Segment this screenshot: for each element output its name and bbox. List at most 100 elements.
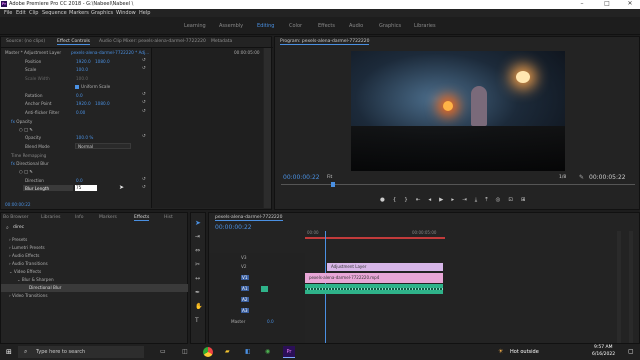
selection-tool-icon[interactable]: ➤ bbox=[195, 219, 201, 227]
tab-info[interactable]: Info bbox=[75, 215, 84, 220]
track-a3[interactable]: A3 bbox=[241, 308, 249, 313]
video-preview[interactable] bbox=[351, 51, 565, 171]
anchor-y[interactable]: 1080.0 bbox=[95, 101, 110, 106]
clip-label[interactable]: Master * Adjustment Layer bbox=[5, 50, 61, 55]
menu-markers[interactable]: Markers bbox=[69, 10, 89, 16]
fit-select[interactable]: Fit bbox=[327, 175, 332, 180]
menu-window[interactable]: Window bbox=[116, 10, 136, 16]
workspace-learning[interactable]: Learning bbox=[184, 23, 206, 29]
workspace-effects[interactable]: Effects bbox=[318, 23, 335, 29]
track-master[interactable]: Master bbox=[231, 319, 245, 324]
workspace-audio[interactable]: Audio bbox=[349, 23, 363, 29]
reset-icon[interactable]: ↺ bbox=[142, 185, 146, 190]
maximize-icon[interactable]: □ bbox=[597, 0, 617, 7]
taskbar-app-icon[interactable]: ◉ bbox=[265, 348, 270, 355]
program-timecode[interactable]: 00:00:00:22 bbox=[283, 174, 320, 181]
blur-mask-tools[interactable]: ○ □ ✎ bbox=[19, 169, 33, 174]
scale-width-value[interactable]: 100.0 bbox=[76, 76, 88, 81]
tab-media-browser[interactable]: Bo Browser bbox=[3, 215, 29, 220]
track-select-tool-icon[interactable]: ⇥ bbox=[195, 233, 200, 240]
program-title[interactable]: Program: pexels-alena-darmel-7722220 bbox=[280, 39, 370, 45]
taskbar-app-icon[interactable]: ◧ bbox=[245, 348, 251, 355]
adjustment-layer-clip[interactable]: Adjustment Layer bbox=[327, 263, 443, 271]
wrench-icon[interactable]: ✎ bbox=[579, 174, 584, 181]
timeline-timecode[interactable]: 00:00:00:22 bbox=[215, 224, 252, 231]
scale-value[interactable]: 100.0 bbox=[76, 67, 88, 72]
track-v3[interactable]: V3 bbox=[241, 255, 247, 260]
video-clip[interactable]: pexels-alena-darmel-7722220.mp4 bbox=[305, 273, 443, 283]
time-remapping-label[interactable]: Time Remapping bbox=[11, 153, 46, 158]
work-area-bar[interactable] bbox=[305, 237, 445, 239]
premiere-taskbar-icon[interactable]: Pr bbox=[283, 346, 295, 358]
track-a2[interactable]: A2 bbox=[241, 297, 249, 302]
menu-edit[interactable]: Edit bbox=[16, 10, 26, 16]
tab-source[interactable]: Source: (no clips) bbox=[6, 39, 45, 44]
tab-libraries[interactable]: Libraries bbox=[41, 215, 60, 220]
audio-clip[interactable] bbox=[305, 284, 443, 294]
workspace-libraries[interactable]: Libraries bbox=[414, 23, 436, 29]
menu-sequence[interactable]: Sequence bbox=[42, 10, 67, 16]
ripple-edit-tool-icon[interactable]: ⇔ bbox=[195, 247, 200, 254]
tab-history[interactable]: Hist bbox=[164, 215, 173, 220]
position-x[interactable]: 1920.0 bbox=[76, 59, 91, 64]
master-volume[interactable]: 0.0 bbox=[267, 319, 274, 324]
scrollbar[interactable] bbox=[264, 48, 271, 208]
notification-icon[interactable]: ▢ bbox=[628, 348, 634, 355]
blur-length-input[interactable]: 75 bbox=[75, 185, 97, 191]
tab-effect-controls[interactable]: Effect Controls bbox=[57, 39, 90, 45]
sequence-label[interactable]: pexels-alena-darmel-7722220 * Adj... bbox=[71, 50, 149, 55]
menu-file[interactable]: File bbox=[4, 10, 12, 16]
mask-tools[interactable]: ○ □ ✎ bbox=[19, 127, 33, 132]
tab-markers[interactable]: Markers bbox=[99, 215, 117, 220]
clock-date[interactable]: 6/16/2022 bbox=[592, 352, 615, 357]
tab-effects[interactable]: Effects bbox=[134, 215, 150, 221]
menu-help[interactable]: Help bbox=[139, 10, 150, 16]
windows-start-icon[interactable]: ⊞ bbox=[6, 348, 12, 356]
reset-icon[interactable]: ↺ bbox=[142, 58, 146, 63]
position-y[interactable]: 1080.0 bbox=[95, 59, 110, 64]
hand-tool-icon[interactable]: ✋ bbox=[195, 303, 202, 310]
chrome-icon[interactable] bbox=[203, 347, 213, 357]
pen-tool-icon[interactable]: ✒ bbox=[195, 289, 200, 296]
anchor-x[interactable]: 1920.0 bbox=[76, 101, 91, 106]
menu-clip[interactable]: Clip bbox=[29, 10, 38, 16]
clock-time[interactable]: 9:57 AM bbox=[594, 345, 613, 350]
track-a1[interactable]: A1 bbox=[241, 286, 249, 291]
reset-icon[interactable]: ↺ bbox=[142, 177, 146, 182]
a1-mute-button[interactable] bbox=[261, 286, 268, 292]
tree-directional-blur[interactable]: Directional Blur bbox=[29, 285, 61, 290]
track-v1[interactable]: V1 bbox=[241, 275, 249, 280]
taskbar-app-icon[interactable]: ◫ bbox=[182, 348, 188, 355]
uniform-scale-checkbox[interactable] bbox=[75, 85, 79, 89]
taskbar-search-placeholder[interactable]: Type here to search bbox=[36, 349, 85, 355]
reset-icon[interactable]: ↺ bbox=[142, 92, 146, 97]
razor-tool-icon[interactable]: ✂ bbox=[195, 261, 200, 268]
type-tool-icon[interactable]: T bbox=[195, 317, 199, 324]
playhead[interactable] bbox=[331, 182, 335, 187]
reset-icon[interactable]: ↺ bbox=[142, 134, 146, 139]
menu-graphics[interactable]: Graphics bbox=[91, 10, 113, 16]
resolution-select[interactable]: 1/8 bbox=[559, 175, 566, 180]
track-v2[interactable]: V2 bbox=[241, 264, 247, 269]
anti-flicker-value[interactable]: 0.00 bbox=[76, 110, 85, 115]
tab-metadata[interactable]: Metadata bbox=[211, 39, 232, 44]
minimize-icon[interactable]: – bbox=[572, 0, 592, 7]
reset-icon[interactable]: ↺ bbox=[142, 66, 146, 71]
rotation-value[interactable]: 0.0 bbox=[76, 93, 83, 98]
workspace-color[interactable]: Color bbox=[289, 23, 302, 29]
workspace-graphics[interactable]: Graphics bbox=[379, 23, 401, 29]
slip-tool-icon[interactable]: ↔ bbox=[195, 275, 200, 282]
keyframe-area[interactable] bbox=[151, 48, 263, 208]
workspace-assembly[interactable]: Assembly bbox=[219, 23, 243, 29]
blend-mode-select[interactable]: Normal bbox=[75, 143, 131, 149]
timeline-sequence-tab[interactable]: pexels-alena-darmel-7722220 bbox=[215, 215, 283, 221]
transport-controls[interactable]: ●{}⇤◂▶▸⇥⤓⤒◎⊡⊞ bbox=[380, 197, 534, 204]
effects-search-input[interactable]: direc bbox=[13, 225, 85, 231]
opacity-value[interactable]: 100.0 % bbox=[76, 135, 93, 140]
close-icon[interactable]: ✕ bbox=[620, 0, 640, 7]
reset-icon[interactable]: ↺ bbox=[142, 100, 146, 105]
direction-value[interactable]: 0.0 bbox=[76, 178, 83, 183]
workspace-editing[interactable]: Editing bbox=[257, 23, 274, 29]
task-view-icon[interactable]: ▭ bbox=[160, 348, 166, 355]
reset-icon[interactable]: ↺ bbox=[142, 109, 146, 114]
